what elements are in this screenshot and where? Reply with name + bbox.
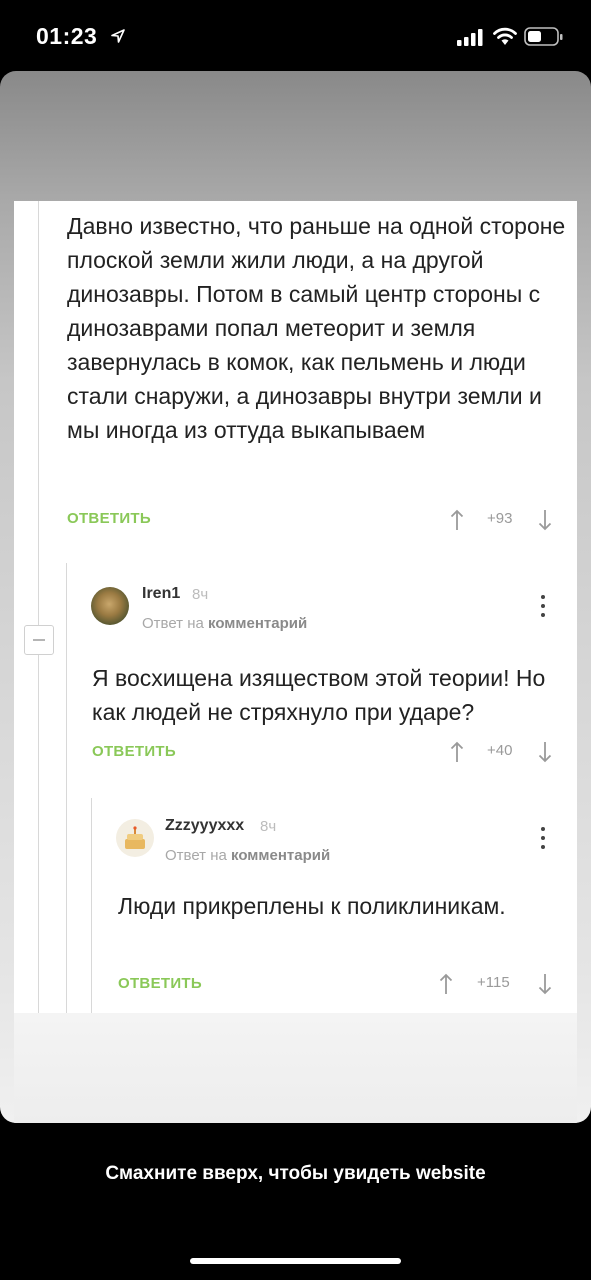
downvote-arrow-icon[interactable] bbox=[538, 972, 552, 996]
cake-icon bbox=[125, 826, 145, 849]
vote-controls: +115 bbox=[439, 969, 560, 999]
battery-icon bbox=[524, 27, 563, 46]
location-arrow-icon bbox=[111, 29, 125, 43]
status-time: 01:23 bbox=[36, 23, 98, 49]
vote-controls: +40 bbox=[450, 737, 560, 767]
avatar[interactable] bbox=[116, 819, 154, 857]
comment-score: +40 bbox=[487, 742, 513, 759]
comment-thread: Давно известно, что раньше на одной стор… bbox=[14, 201, 577, 1013]
reply-to-link[interactable]: комментарий bbox=[231, 847, 330, 864]
reply-to-prefix: Ответ на bbox=[142, 615, 204, 632]
comment-time: 8ч bbox=[260, 818, 277, 835]
reply-to-line: Ответ на комментарий bbox=[142, 615, 307, 632]
thread-line bbox=[66, 563, 67, 1013]
wifi-icon bbox=[493, 27, 517, 45]
comment-text: Давно известно, что раньше на одной стор… bbox=[67, 213, 566, 443]
thread-line bbox=[91, 798, 92, 1013]
reply-button[interactable]: ОТВЕТИТЬ bbox=[67, 510, 151, 527]
upvote-arrow-icon[interactable] bbox=[450, 508, 464, 532]
upvote-arrow-icon[interactable] bbox=[439, 972, 453, 996]
status-bar: 01:23 bbox=[0, 0, 591, 72]
reply-to-prefix: Ответ на bbox=[165, 847, 227, 864]
more-options-icon[interactable] bbox=[538, 825, 548, 851]
comment-score: +93 bbox=[487, 510, 513, 527]
comment-username[interactable]: Zzzyyyxxx bbox=[165, 817, 244, 835]
thread-line bbox=[38, 201, 39, 625]
comment-score: +115 bbox=[477, 974, 510, 991]
swipe-up-hint[interactable]: Смахните вверх, чтобы увидеть website bbox=[0, 1163, 591, 1185]
avatar[interactable] bbox=[91, 587, 129, 625]
thread-line bbox=[38, 655, 39, 1013]
comment-text: Я восхищена изяществом этой теории! Но к… bbox=[92, 665, 546, 725]
vote-controls: +93 bbox=[450, 505, 560, 535]
comment-username[interactable]: Iren1 bbox=[142, 585, 180, 603]
downvote-arrow-icon[interactable] bbox=[538, 508, 552, 532]
collapse-thread-button[interactable] bbox=[24, 625, 54, 655]
comment-time: 8ч bbox=[192, 586, 209, 603]
reply-button[interactable]: ОТВЕТИТЬ bbox=[118, 975, 202, 992]
upvote-arrow-icon[interactable] bbox=[450, 740, 464, 764]
downvote-arrow-icon[interactable] bbox=[538, 740, 552, 764]
reply-to-line: Ответ на комментарий bbox=[165, 847, 330, 864]
reply-to-link[interactable]: комментарий bbox=[208, 615, 307, 632]
cellular-signal-icon bbox=[457, 29, 483, 46]
more-options-icon[interactable] bbox=[538, 593, 548, 619]
page-fade bbox=[14, 1013, 577, 1123]
comment-text: Люди прикреплены к поликлиникам. bbox=[118, 893, 506, 919]
website-preview-card[interactable]: Давно известно, что раньше на одной стор… bbox=[0, 71, 591, 1123]
reply-button[interactable]: ОТВЕТИТЬ bbox=[92, 743, 176, 760]
home-indicator[interactable] bbox=[190, 1258, 401, 1264]
